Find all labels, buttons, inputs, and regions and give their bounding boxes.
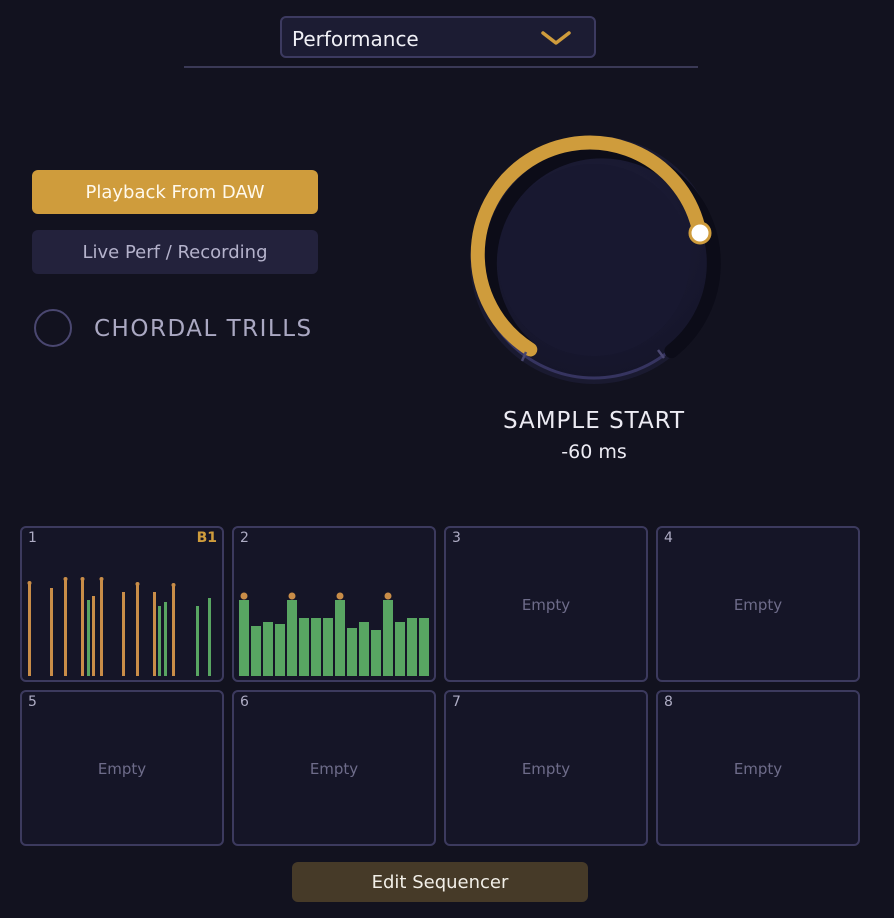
pad-2-bar [287,600,297,676]
pad-2-visualization [239,592,429,676]
pad-2-bar [371,630,381,676]
live-perf-recording-button[interactable]: Live Perf / Recording [32,230,318,274]
sample-start-knob[interactable] [466,128,722,388]
pad-1-bar [50,588,53,676]
pad-2-bar [407,618,417,676]
pad-empty-label: Empty [521,596,571,614]
pad-6[interactable]: 6 Empty [232,690,436,846]
pad-1-dot [171,583,176,587]
pad-1-bar [81,580,84,676]
pad-2-bar [239,600,249,676]
pad-2-bar [395,622,405,676]
pad-1-bar [100,580,103,676]
edit-sequencer-button[interactable]: Edit Sequencer [292,862,588,902]
pad-1-bar [92,596,95,676]
playback-from-daw-button[interactable]: Playback From DAW [32,170,318,214]
pad-empty-label: Empty [97,760,147,778]
pad-2-bar [335,600,345,676]
pad-1-dot [99,577,104,581]
pad-1-bar [153,592,156,676]
pad-1[interactable]: 1 B1 [20,526,224,682]
pad-2-bar [323,618,333,676]
pad-1-bar [64,580,67,676]
pad-4[interactable]: 4 Empty [656,526,860,682]
pad-number: 2 [240,530,249,546]
pad-2-bar [383,600,393,676]
pad-empty-label: Empty [733,596,783,614]
pad-1-dot [135,582,140,586]
pad-2-bar [263,622,273,676]
pad-3[interactable]: 3 Empty [444,526,648,682]
pad-empty-label: Empty [733,760,783,778]
pad-empty-label: Empty [521,760,571,778]
pad-2-bar [359,622,369,676]
chordal-trills-toggle[interactable] [34,309,72,347]
sample-start-value: -60 ms [561,441,627,463]
pad-tag: B1 [196,530,217,546]
header-divider [184,66,698,68]
pad-2-dot [240,592,248,600]
pad-2-bar [299,618,309,676]
sample-start-label: SAMPLE START [502,408,686,434]
pad-number: 7 [452,694,461,710]
knob-handle [688,221,712,245]
pad-1-dot [27,581,32,585]
pad-1-bar-green [208,598,211,676]
pad-8[interactable]: 8 Empty [656,690,860,846]
pad-2-dot [384,592,392,600]
pad-2[interactable]: 2 [232,526,436,682]
chordal-trills-label: CHORDAL TRILLS [94,316,313,342]
pad-2-bar [311,618,321,676]
preset-dropdown[interactable]: Performance [280,16,596,58]
pad-1-dot [63,577,68,581]
pad-1-bar-green [87,600,90,676]
pad-number: 1 [28,530,37,546]
pad-1-bar [136,585,139,676]
chevron-down-icon [541,31,571,45]
pad-7[interactable]: 7 Empty [444,690,648,846]
pad-1-bar [172,586,175,676]
pad-1-visualization [27,577,211,676]
pad-2-dot [336,592,344,600]
pad-1-bar [122,592,125,676]
pad-2-dot [288,592,296,600]
pad-1-dot [80,577,85,581]
pad-number: 6 [240,694,249,710]
pad-1-bar-green [196,606,199,676]
pad-1-bar [28,584,31,676]
pad-number: 3 [452,530,461,546]
pad-1-bar-green [158,606,161,676]
pad-empty-label: Empty [309,760,359,778]
pad-2-bar [275,624,285,676]
pad-2-bar [419,618,429,676]
pad-number: 5 [28,694,37,710]
pad-grid: 1 B1 2 3 Empty 4 Empty 5 Empty 6 Empty 7… [20,526,860,846]
knob-inner [498,164,690,356]
pad-2-bar [251,626,261,676]
pad-number: 4 [664,530,673,546]
pad-2-bar [347,628,357,676]
pad-1-bar-green [164,602,167,676]
pad-5[interactable]: 5 Empty [20,690,224,846]
preset-dropdown-label: Performance [292,27,419,51]
pad-number: 8 [664,694,673,710]
